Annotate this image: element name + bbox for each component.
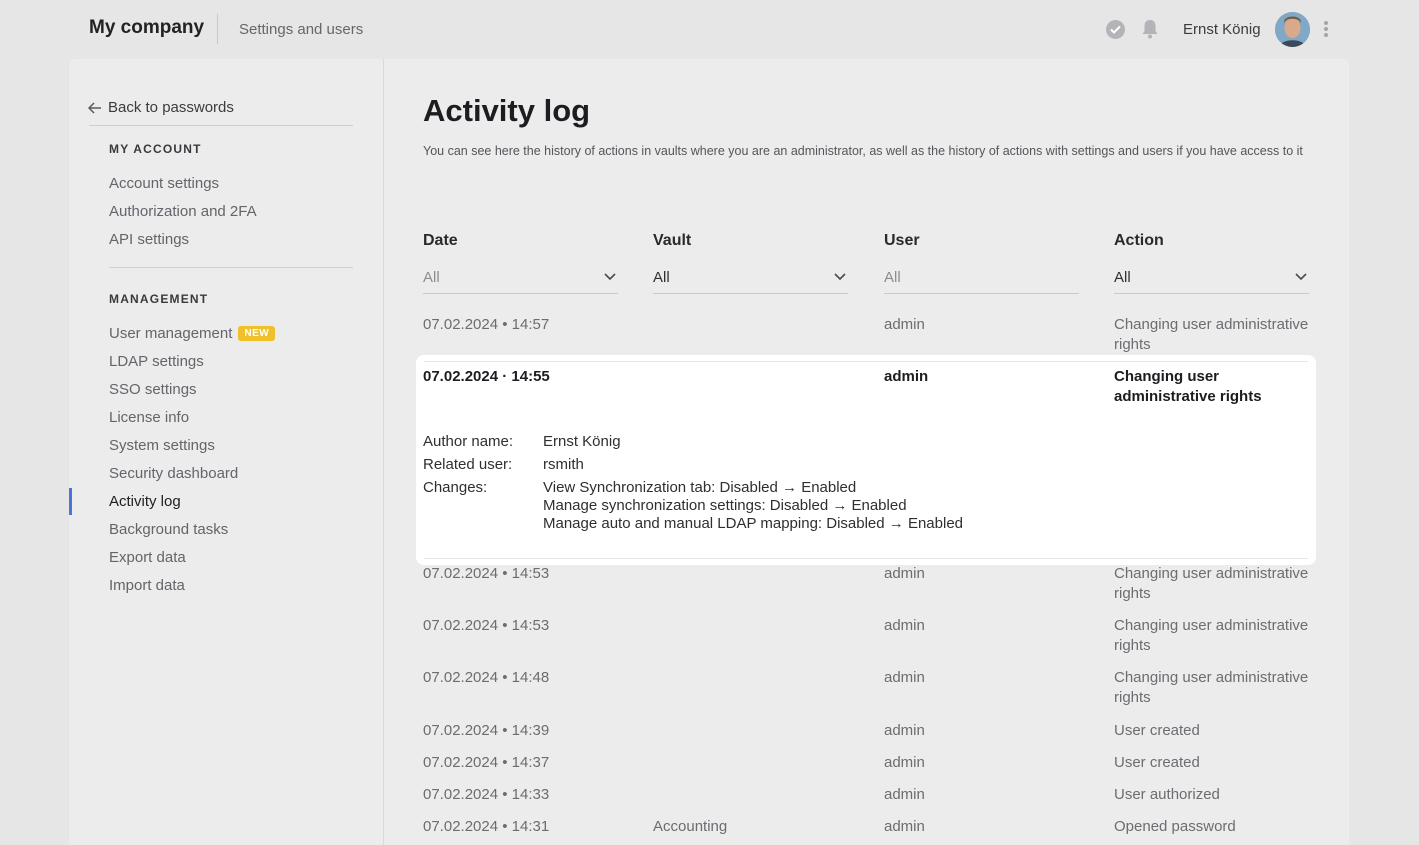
row-action: User created (1114, 754, 1200, 771)
row-date: 07.02.2024 • 14:31 (423, 818, 550, 835)
row-date: 07.02.2024 · 14:55 (423, 368, 550, 385)
action-filter-select[interactable]: All (1114, 267, 1309, 294)
company-name[interactable]: My company (89, 17, 204, 39)
sidebar-item-user-management[interactable]: User management NEW (109, 325, 276, 342)
row-divider (424, 558, 1308, 559)
arrow-left-icon (88, 101, 101, 114)
row-user: admin (884, 818, 925, 835)
sidebar-item-license-info[interactable]: License info (109, 409, 189, 426)
user-filter-input[interactable]: All (884, 267, 1079, 294)
row-date: 07.02.2024 • 14:33 (423, 786, 550, 803)
row-action: Changing user administrative rights (1114, 565, 1309, 602)
new-badge: NEW (238, 326, 276, 341)
row-date: 07.02.2024 • 14:53 (423, 565, 550, 582)
change-item: Manage auto and manual LDAP mapping: Dis… (543, 515, 963, 532)
column-header-action: Action (1114, 232, 1164, 249)
back-label: Back to passwords (108, 99, 234, 116)
action-filter-value: All (1114, 269, 1131, 286)
sidebar-divider-line (89, 125, 353, 126)
my-account-heading: MY ACCOUNT (109, 142, 202, 156)
sidebar-item-ldap-settings[interactable]: LDAP settings (109, 353, 204, 370)
top-bar: My company Settings and users Ernst Köni… (0, 0, 1419, 59)
row-user: admin (884, 316, 925, 333)
back-to-passwords-link[interactable]: Back to passwords (88, 99, 234, 116)
date-filter-value: All (423, 269, 440, 286)
row-vault: Accounting (653, 818, 728, 835)
sidebar-item-activity-log[interactable]: Activity log (109, 493, 181, 510)
sidebar-section-divider (109, 267, 353, 268)
vault-filter-select[interactable]: All (653, 267, 848, 294)
changes-label: Changes: (423, 479, 488, 496)
change-item: Manage synchronization settings: Disable… (543, 497, 907, 514)
related-user-value: rsmith (543, 456, 584, 473)
author-name-value: Ernst König (543, 433, 621, 450)
management-heading: MANAGEMENT (109, 292, 209, 306)
page-title: Activity log (423, 93, 591, 128)
row-action: Opened password (1114, 818, 1236, 835)
column-header-date: Date (423, 232, 458, 249)
row-action: Changing user administrative rights (1114, 368, 1262, 405)
chevron-down-icon (1295, 273, 1307, 281)
sidebar-item-export-data[interactable]: Export data (109, 549, 186, 566)
header-divider (217, 14, 218, 44)
sidebar-item-security-dashboard[interactable]: Security dashboard (109, 465, 238, 482)
active-item-indicator (69, 488, 72, 515)
row-action: User created (1114, 722, 1200, 739)
sidebar-item-import-data[interactable]: Import data (109, 577, 185, 594)
column-header-user: User (884, 232, 920, 249)
sidebar-item-account-settings[interactable]: Account settings (109, 175, 219, 192)
page-description: You can see here the history of actions … (423, 144, 1303, 158)
row-date: 07.02.2024 • 14:39 (423, 722, 550, 739)
row-user: admin (884, 754, 925, 771)
user-filter-placeholder: All (884, 269, 901, 286)
row-action: Changing user administrative rights (1114, 316, 1309, 353)
sidebar-item-label: User management (109, 325, 233, 342)
notifications-bell-icon[interactable] (1141, 19, 1159, 39)
row-divider (424, 361, 1308, 362)
row-date: 07.02.2024 • 14:53 (423, 617, 550, 634)
row-user: admin (884, 565, 925, 582)
chevron-down-icon (604, 273, 616, 281)
sidebar-item-system-settings[interactable]: System settings (109, 437, 215, 454)
sidebar-item-background-tasks[interactable]: Background tasks (109, 521, 228, 538)
row-user: admin (884, 786, 925, 803)
row-action: User authorized (1114, 786, 1220, 803)
author-name-label: Author name: (423, 433, 514, 450)
user-avatar[interactable] (1275, 12, 1310, 47)
row-user: admin (884, 722, 925, 739)
row-action: Changing user administrative rights (1114, 617, 1309, 654)
row-user: admin (884, 617, 925, 634)
row-date: 07.02.2024 • 14:48 (423, 669, 550, 686)
chevron-down-icon (834, 273, 846, 281)
column-header-vault: Vault (653, 232, 692, 249)
status-check-icon[interactable] (1106, 20, 1125, 39)
section-title: Settings and users (239, 21, 364, 38)
row-action: Changing user administrative rights (1114, 669, 1309, 706)
current-user-name[interactable]: Ernst König (1183, 21, 1261, 38)
more-menu-icon[interactable] (1322, 21, 1330, 39)
sidebar-item-sso-settings[interactable]: SSO settings (109, 381, 197, 398)
row-date: 07.02.2024 • 14:57 (423, 316, 550, 333)
sidebar-divider (383, 59, 384, 845)
change-item: View Synchronization tab: Disabled → Ena… (543, 479, 857, 496)
row-date: 07.02.2024 • 14:37 (423, 754, 550, 771)
sidebar-item-api-settings[interactable]: API settings (109, 231, 189, 248)
row-user: admin (884, 669, 925, 686)
row-user: admin (884, 368, 929, 385)
sidebar-item-authorization-2fa[interactable]: Authorization and 2FA (109, 203, 257, 220)
date-filter-select[interactable]: All (423, 267, 618, 294)
related-user-label: Related user: (423, 456, 513, 473)
vault-filter-value: All (653, 269, 670, 286)
